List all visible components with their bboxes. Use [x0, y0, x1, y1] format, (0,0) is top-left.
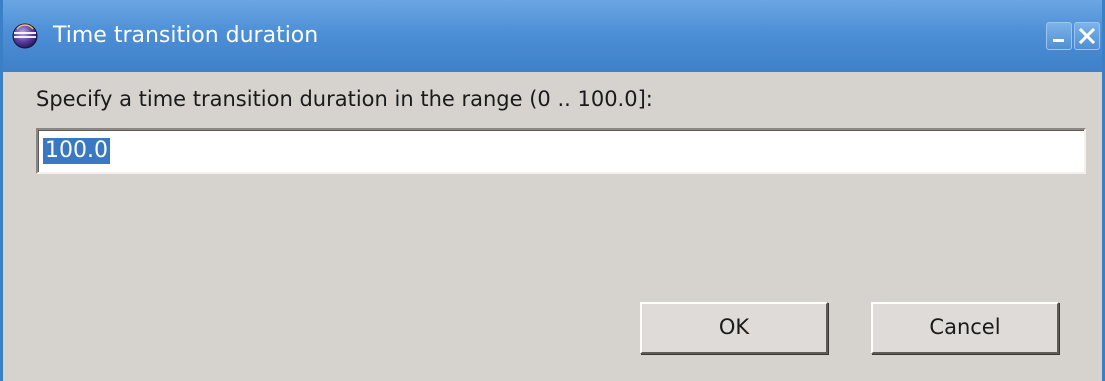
duration-input-value[interactable]: 100.0	[43, 138, 110, 164]
ok-button[interactable]: OK	[640, 302, 828, 354]
duration-input[interactable]: 100.0	[36, 128, 1086, 174]
dialog-body: Specify a time transition duration in th…	[3, 72, 1102, 381]
title-bar[interactable]: Time transition duration	[3, 0, 1102, 73]
eclipse-sphere-icon	[11, 22, 39, 50]
prompt-label: Specify a time transition duration in th…	[36, 87, 653, 111]
window-title: Time transition duration	[53, 23, 319, 48]
minimize-icon	[1053, 39, 1064, 42]
minimize-button[interactable]	[1046, 22, 1072, 50]
dialog-window: Time transition duration Specify a time …	[0, 0, 1105, 381]
close-button[interactable]	[1074, 22, 1100, 50]
close-icon	[1078, 27, 1096, 45]
cancel-button[interactable]: Cancel	[871, 302, 1059, 354]
